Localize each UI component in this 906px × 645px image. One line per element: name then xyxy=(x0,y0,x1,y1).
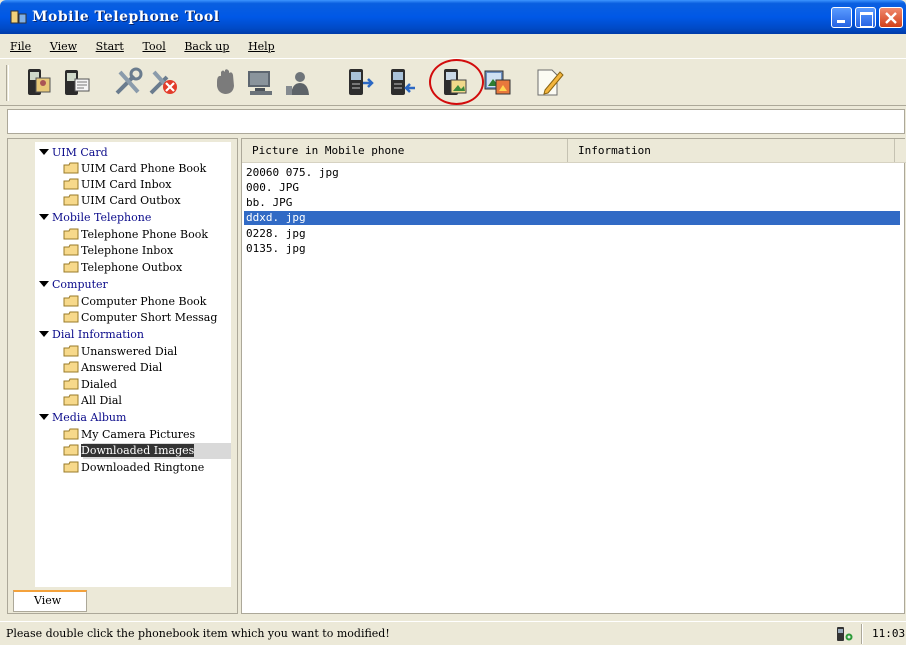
tree-item-uim-card-phone-book[interactable]: UIM Card Phone Book xyxy=(63,161,206,177)
folder-icon xyxy=(63,162,79,174)
folder-icon xyxy=(63,178,79,190)
navigation-tree: UIM Card UIM Card Phone Book UIM Card In… xyxy=(35,142,231,587)
folder-icon xyxy=(63,194,79,206)
tray-separator xyxy=(861,624,863,644)
title-bar: Mobile Telephone Tool xyxy=(0,0,906,34)
user-icon[interactable] xyxy=(282,66,314,98)
column-header-picture[interactable]: Picture in Mobile phone xyxy=(242,139,568,162)
column-header-information[interactable]: Information xyxy=(568,139,895,162)
menu-bar: File View Start Tool Back up Help xyxy=(0,34,906,58)
menu-tool[interactable]: Tool xyxy=(142,40,165,53)
tree-group-dial-information[interactable]: Dial Information xyxy=(39,327,144,343)
menu-help[interactable]: Help xyxy=(248,40,275,53)
phone-connection-icon[interactable] xyxy=(835,626,853,642)
computer-icon[interactable] xyxy=(245,66,277,98)
folder-icon xyxy=(63,261,79,273)
tree-item-downloaded-images[interactable]: Downloaded Images xyxy=(63,443,231,459)
tree-group-mobile-telephone[interactable]: Mobile Telephone xyxy=(39,210,151,226)
toolbar-grip[interactable] xyxy=(6,65,9,101)
list-item[interactable]: 20060 075. jpg xyxy=(246,166,339,180)
picture-transfer-icon[interactable] xyxy=(482,66,514,98)
tree-panel: UIM Card UIM Card Phone Book UIM Card In… xyxy=(7,138,238,614)
close-button[interactable] xyxy=(879,7,903,28)
tree-group-uim-card[interactable]: UIM Card xyxy=(39,145,108,161)
status-bar: Please double click the phonebook item w… xyxy=(0,621,906,645)
tree-group-computer[interactable]: Computer xyxy=(39,277,108,293)
folder-icon xyxy=(63,444,79,456)
hand-icon[interactable] xyxy=(210,66,242,98)
folder-icon xyxy=(63,378,79,390)
minimize-button[interactable] xyxy=(831,7,852,28)
tree-item-dialed[interactable]: Dialed xyxy=(63,377,117,393)
folder-icon xyxy=(63,311,79,323)
list-item[interactable]: 0228. jpg xyxy=(246,227,306,241)
folder-icon xyxy=(63,361,79,373)
highlight-circle xyxy=(429,59,484,105)
tools-icon[interactable] xyxy=(112,66,144,98)
tree-item-all-dial[interactable]: All Dial xyxy=(63,393,122,409)
tree-item-computer-short-message[interactable]: Computer Short Messag xyxy=(63,310,217,326)
expand-caret-icon xyxy=(39,214,49,220)
tree-item-computer-phone-book[interactable]: Computer Phone Book xyxy=(63,294,206,310)
tree-item-uim-card-outbox[interactable]: UIM Card Outbox xyxy=(63,193,181,209)
phone-card-icon[interactable] xyxy=(22,66,54,98)
expand-caret-icon xyxy=(39,414,49,420)
expand-caret-icon xyxy=(39,149,49,155)
folder-icon xyxy=(63,461,79,473)
tree-item-telephone-phone-book[interactable]: Telephone Phone Book xyxy=(63,227,208,243)
tree-item-uim-card-inbox[interactable]: UIM Card Inbox xyxy=(63,177,171,193)
tree-item-answered-dial[interactable]: Answered Dial xyxy=(63,360,162,376)
tree-item-unanswered-dial[interactable]: Unanswered Dial xyxy=(63,344,177,360)
tools-delete-icon[interactable] xyxy=(147,66,179,98)
window-title: Mobile Telephone Tool xyxy=(32,9,220,25)
folder-icon xyxy=(63,345,79,357)
clock: 11:03 xyxy=(872,627,906,640)
status-message: Please double click the phonebook item w… xyxy=(6,627,390,640)
app-icon xyxy=(10,10,27,24)
phone-export-icon[interactable] xyxy=(344,66,376,98)
file-list-panel: Picture in Mobile phone Information 2006… xyxy=(241,138,906,614)
tree-item-telephone-inbox[interactable]: Telephone Inbox xyxy=(63,243,173,259)
folder-icon xyxy=(63,295,79,307)
menu-view[interactable]: View xyxy=(50,40,77,53)
tree-item-my-camera-pictures[interactable]: My Camera Pictures xyxy=(63,427,195,443)
list-item-selected[interactable]: ddxd. jpg xyxy=(244,211,900,225)
folder-icon xyxy=(63,428,79,440)
folder-icon xyxy=(63,394,79,406)
phone-edit-icon[interactable] xyxy=(60,66,92,98)
phone-import-icon[interactable] xyxy=(386,66,418,98)
folder-icon xyxy=(63,244,79,256)
menu-back-up[interactable]: Back up xyxy=(184,40,229,53)
tree-item-telephone-outbox[interactable]: Telephone Outbox xyxy=(63,260,182,276)
tab-view[interactable]: View xyxy=(13,590,87,612)
tree-item-downloaded-ringtone[interactable]: Downloaded Ringtone xyxy=(63,460,204,476)
expand-caret-icon xyxy=(39,281,49,287)
list-item[interactable]: 0135. jpg xyxy=(246,242,306,256)
address-bar xyxy=(7,109,905,134)
list-item[interactable]: bb. JPG xyxy=(246,196,292,210)
tree-group-media-album[interactable]: Media Album xyxy=(39,410,126,426)
list-item[interactable]: 000. JPG xyxy=(246,181,299,195)
expand-caret-icon xyxy=(39,331,49,337)
list-header: Picture in Mobile phone Information xyxy=(242,139,906,163)
menu-file[interactable]: File xyxy=(10,40,31,53)
note-edit-icon[interactable] xyxy=(533,66,565,98)
menu-start[interactable]: Start xyxy=(96,40,124,53)
maximize-button[interactable] xyxy=(855,7,876,28)
folder-icon xyxy=(63,228,79,240)
close-icon xyxy=(885,12,897,24)
